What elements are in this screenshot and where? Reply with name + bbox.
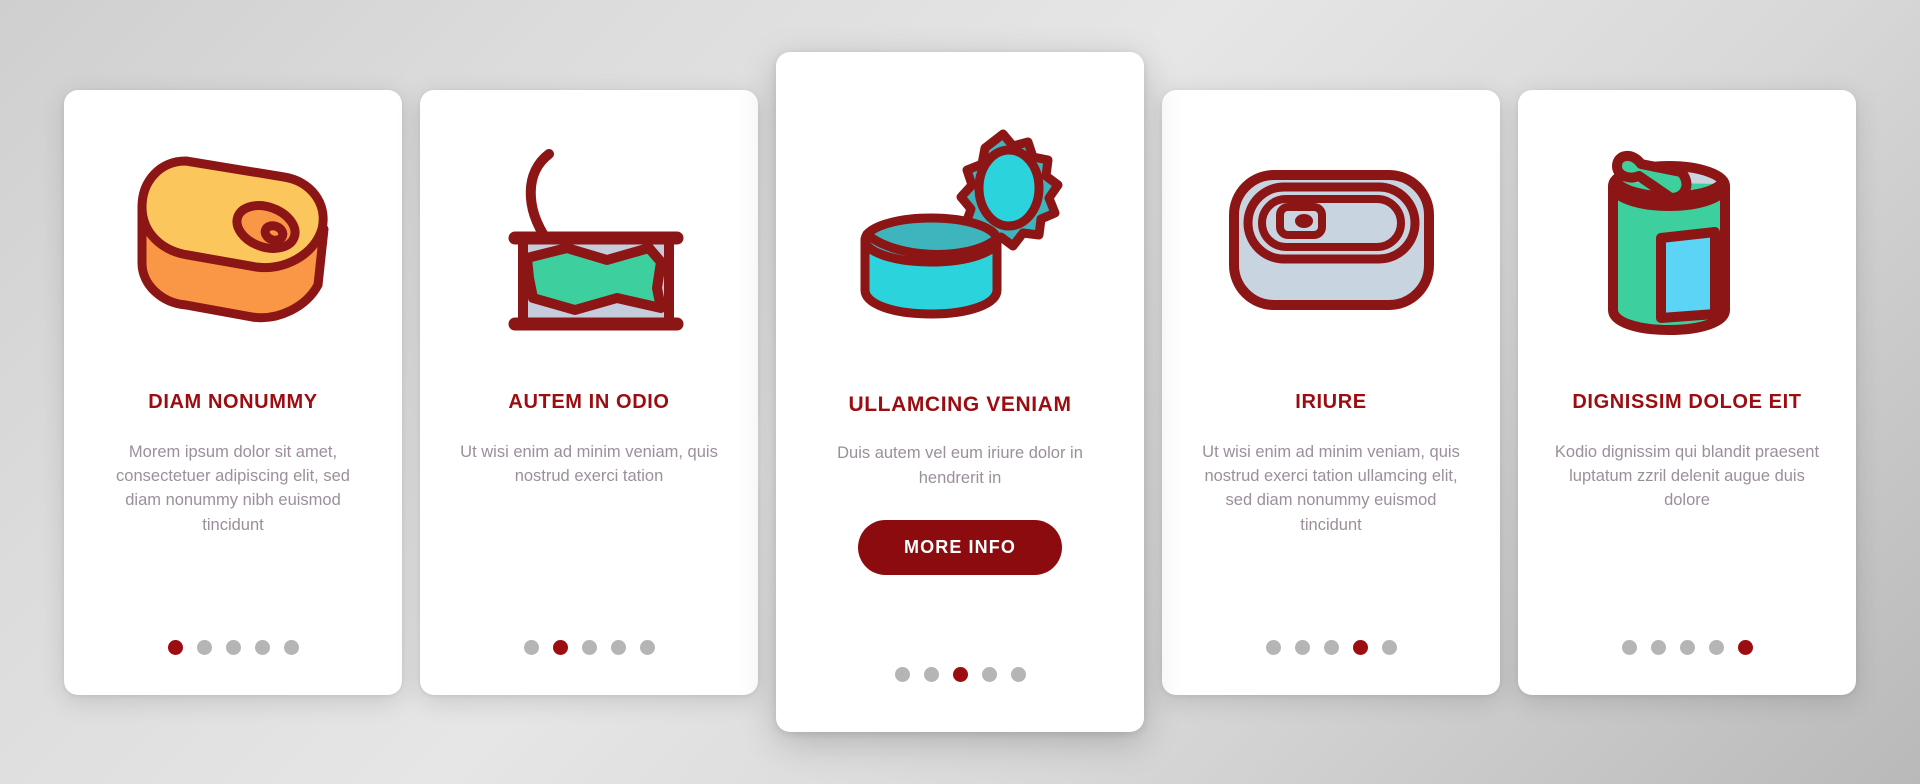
icon-area-3	[802, 52, 1118, 392]
pagination-dots[interactable]	[776, 667, 1144, 682]
pagination-dot-5[interactable]	[639, 639, 655, 655]
pagination-dot-4[interactable]	[981, 667, 997, 682]
onboarding-card-1[interactable]: DIAM NONUMMY Morem ipsum dolor sit amet,…	[64, 89, 402, 695]
pagination-dot-4[interactable]	[254, 639, 270, 655]
pagination-dot-3[interactable]	[225, 639, 241, 655]
pagination-dots[interactable]	[1162, 639, 1500, 655]
pagination-dot-5[interactable]	[1737, 639, 1753, 655]
pagination-dots[interactable]	[420, 639, 758, 655]
icon-area-5	[1540, 90, 1834, 390]
card-body-text: Morem ipsum dolor sit amet, consectetuer…	[116, 442, 350, 534]
pagination-dots[interactable]	[1518, 639, 1856, 655]
onboarding-card-4[interactable]: IRIURE Ut wisi enim ad minim veniam, qui…	[1162, 89, 1500, 695]
onboarding-card-2[interactable]: AUTEM IN ODIO Ut wisi enim ad minim veni…	[420, 89, 758, 695]
sardine-tin-flat-icon	[1228, 169, 1434, 310]
card-title: IRIURE	[1295, 390, 1367, 413]
more-info-button[interactable]: MORE INFO	[858, 520, 1062, 575]
pagination-dot-3[interactable]	[1679, 639, 1695, 655]
card-body-text: Duis autem vel eum iriure dolor in hendr…	[837, 444, 1083, 487]
pagination-dot-2[interactable]	[1294, 639, 1310, 655]
pagination-dot-1[interactable]	[1265, 639, 1281, 655]
pagination-dots[interactable]	[64, 639, 402, 655]
pagination-dot-3[interactable]	[1323, 639, 1339, 655]
pagination-dot-4[interactable]	[1708, 639, 1724, 655]
icon-area-2	[442, 90, 736, 390]
pagination-dot-2[interactable]	[923, 667, 939, 682]
onboarding-card-3-featured[interactable]: ULLAMCING VENIAM Duis autem vel eum iriu…	[776, 52, 1144, 732]
opened-can-with-food-icon	[508, 149, 684, 331]
pagination-dot-2[interactable]	[196, 639, 212, 655]
pagination-dot-2[interactable]	[1650, 639, 1666, 655]
onboarding-card-5[interactable]: DIGNISSIM DOLOE EIT Kodio dignissim qui …	[1518, 89, 1856, 695]
pagination-dot-5[interactable]	[1381, 639, 1397, 655]
pagination-dot-1[interactable]	[523, 639, 539, 655]
pagination-dot-4[interactable]	[610, 639, 626, 655]
pagination-dot-4[interactable]	[1352, 639, 1368, 655]
card-body-text: Ut wisi enim ad minim veniam, quis nostr…	[460, 442, 718, 485]
pagination-dot-1[interactable]	[167, 639, 183, 655]
open-tin-can-with-lid-icon	[860, 129, 1062, 319]
card-title: ULLAMCING VENIAM	[848, 393, 1072, 416]
sardine-can-closed-icon	[137, 156, 329, 322]
icon-area-1	[86, 90, 380, 390]
pagination-dot-1[interactable]	[894, 667, 910, 682]
beverage-can-with-label-icon	[1607, 151, 1730, 335]
pagination-dot-3[interactable]	[581, 639, 597, 655]
card-title: DIGNISSIM DOLOE EIT	[1572, 390, 1802, 413]
card-body-text: Kodio dignissim qui blandit praesent lup…	[1554, 442, 1820, 510]
pagination-dot-5[interactable]	[283, 639, 299, 655]
card-body-text: Ut wisi enim ad minim veniam, quis nostr…	[1202, 442, 1460, 534]
card-title: DIAM NONUMMY	[148, 390, 318, 413]
onboarding-screens-container: DIAM NONUMMY Morem ipsum dolor sit amet,…	[0, 0, 1920, 784]
pagination-dot-2[interactable]	[552, 639, 568, 655]
pagination-dot-3[interactable]	[952, 667, 968, 682]
card-title: AUTEM IN ODIO	[508, 390, 670, 413]
pagination-dot-1[interactable]	[1621, 639, 1637, 655]
pagination-dot-5[interactable]	[1010, 667, 1026, 682]
icon-area-4	[1184, 90, 1478, 390]
